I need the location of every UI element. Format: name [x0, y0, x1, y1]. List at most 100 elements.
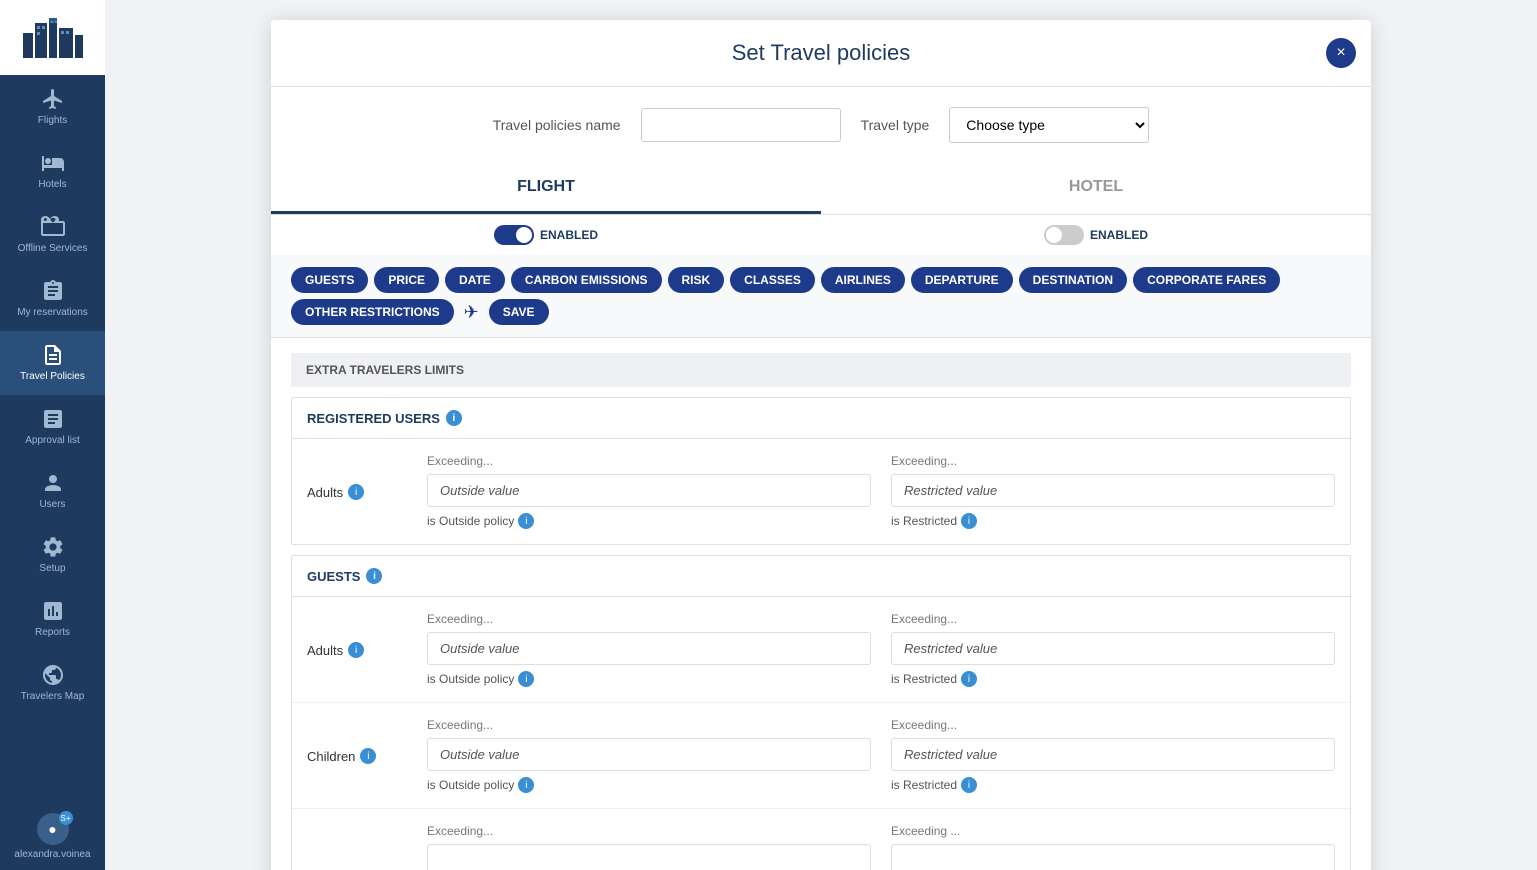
pill-date[interactable]: DATE [445, 267, 505, 293]
sidebar-item-setup-label: Setup [39, 563, 65, 575]
guests-title: GUESTS [307, 569, 360, 584]
globe-icon [41, 663, 65, 687]
hotel-toggle-track[interactable] [1044, 225, 1084, 245]
travel-policies-icon [41, 343, 65, 367]
travel-type-label: Travel type [861, 117, 930, 133]
hotel-toggle[interactable]: ENABLED [1044, 225, 1148, 245]
username: alexandra.voinea [14, 849, 90, 860]
adults-info-icon[interactable]: i [348, 484, 364, 500]
reg-adults-restricted-input[interactable] [891, 474, 1335, 507]
registered-users-title: REGISTERED USERS [307, 411, 440, 426]
tab-hotel[interactable]: HOTEL [821, 163, 1371, 214]
sidebar-item-my-reservations[interactable]: My reservations [0, 267, 105, 331]
pill-destination[interactable]: DESTINATION [1019, 267, 1127, 293]
sidebar-item-hotels[interactable]: Hotels [0, 139, 105, 203]
close-button[interactable]: × [1326, 38, 1356, 68]
hotel-toggle-container: ENABLED [821, 225, 1371, 245]
modal-title: Set Travel policies [301, 40, 1341, 66]
guests-header: GUESTS i [292, 556, 1350, 597]
hotel-icon [41, 151, 65, 175]
outside-policy-info[interactable]: i [518, 513, 534, 529]
guests-adults-restricted-sub: is Restricted i [891, 671, 1335, 687]
guests-children-outside-sub: is Outside policy i [427, 777, 871, 793]
modal-header: Set Travel policies × [271, 20, 1371, 87]
guests-adults-ex1-label: Exceeding... [427, 612, 871, 626]
pill-corporate-fares[interactable]: CORPORATE FARES [1133, 267, 1280, 293]
sidebar-item-users-label: Users [39, 499, 65, 511]
reg-adults-outside-input[interactable] [427, 474, 871, 507]
pill-departure[interactable]: DEPARTURE [911, 267, 1013, 293]
guests-section: GUESTS i Adults i Exceeding... [291, 555, 1351, 870]
sidebar: Flights Hotels Offline Services My reser… [0, 0, 105, 870]
guests-adults-col2: Exceeding... is Restricted i [891, 612, 1335, 687]
guests-adults-restricted-input[interactable] [891, 632, 1335, 665]
sidebar-item-setup[interactable]: Setup [0, 523, 105, 587]
guests-adults-row: Adults i Exceeding... is Outside policy … [292, 597, 1350, 703]
policy-name-input[interactable] [641, 108, 841, 142]
sidebar-bottom: ● S+ alexandra.voinea [0, 803, 105, 870]
sidebar-item-users[interactable]: Users [0, 459, 105, 523]
sidebar-item-offline-services[interactable]: Offline Services [0, 203, 105, 267]
guests-adults-info[interactable]: i [348, 642, 364, 658]
guests-outside-info[interactable]: i [518, 671, 534, 687]
sidebar-item-travelers-map[interactable]: Travelers Map [0, 651, 105, 715]
flight-toggle[interactable]: ENABLED [494, 225, 598, 245]
clipboard-icon [41, 279, 65, 303]
checklist-icon [41, 407, 65, 431]
policy-name-label: Travel policies name [493, 117, 621, 133]
section-header: EXTRA TRAVELERS LIMITS [291, 353, 1351, 387]
modal-overlay: Set Travel policies × Travel policies na… [105, 0, 1537, 870]
reg-adults-outside-sub: is Outside policy i [427, 513, 871, 529]
pill-guests[interactable]: GUESTS [291, 267, 368, 293]
reg-adults-exceeding2-label: Exceeding... [891, 454, 1335, 468]
sidebar-item-flights[interactable]: Flights [0, 75, 105, 139]
registered-adults-fields: Exceeding... is Outside policy i Exceedi… [427, 454, 1335, 529]
user-profile[interactable]: ● S+ alexandra.voinea [0, 803, 105, 870]
pill-airlines[interactable]: AIRLINES [821, 267, 905, 293]
main-content: Set Travel policies × Travel policies na… [105, 0, 1537, 870]
guests-adults-outside-sub: is Outside policy i [427, 671, 871, 687]
guests-children-ex2-label: Exceeding... [891, 718, 1335, 732]
guests-children-info[interactable]: i [360, 748, 376, 764]
modal: Set Travel policies × Travel policies na… [271, 20, 1371, 870]
pill-classes[interactable]: CLASSES [730, 267, 815, 293]
sidebar-item-reports[interactable]: Reports [0, 587, 105, 651]
guests-next-input1[interactable] [427, 844, 871, 870]
restricted-info[interactable]: i [961, 513, 977, 529]
main-tabs: FLIGHT HOTEL [271, 163, 1371, 215]
arrow-icon: ✈ [464, 302, 479, 323]
sidebar-item-offline-label: Offline Services [18, 243, 88, 255]
registered-users-info-icon[interactable]: i [446, 410, 462, 426]
guests-next-col1: Exceeding... [427, 824, 871, 870]
guests-restricted-info[interactable]: i [961, 671, 977, 687]
gear-icon [41, 535, 65, 559]
children-outside-info[interactable]: i [518, 777, 534, 793]
children-restricted-info[interactable]: i [961, 777, 977, 793]
reg-adults-exceeding1-label: Exceeding... [427, 454, 871, 468]
sidebar-item-approval-label: Approval list [25, 435, 79, 447]
guests-info-icon[interactable]: i [366, 568, 382, 584]
pill-other-restrictions[interactable]: OTHER RESTRICTIONS [291, 299, 454, 325]
pill-carbon[interactable]: CARBON EMISSIONS [511, 267, 662, 293]
guests-next-input2[interactable] [891, 844, 1335, 870]
tab-flight[interactable]: FLIGHT [271, 163, 821, 214]
sidebar-item-flights-label: Flights [38, 115, 67, 127]
guests-children-outside-input[interactable] [427, 738, 871, 771]
registered-users-header: REGISTERED USERS i [292, 398, 1350, 439]
guests-next-row: Exceeding... Exceeding ... [292, 809, 1350, 870]
pill-save[interactable]: SAVE [489, 299, 549, 325]
registered-users-section: REGISTERED USERS i Adults i Exceeding... [291, 397, 1351, 545]
sidebar-item-approval-list[interactable]: Approval list [0, 395, 105, 459]
sidebar-item-travel-policies[interactable]: Travel Policies [0, 331, 105, 395]
registered-adults-label: Adults i [307, 454, 407, 500]
guests-children-ex1-label: Exceeding... [427, 718, 871, 732]
pill-risk[interactable]: RISK [668, 267, 725, 293]
flight-toggle-track[interactable] [494, 225, 534, 245]
guests-children-restricted-input[interactable] [891, 738, 1335, 771]
reg-adults-restricted-sub: is Restricted i [891, 513, 1335, 529]
guests-adults-ex2-label: Exceeding... [891, 612, 1335, 626]
pill-price[interactable]: PRICE [374, 267, 439, 293]
sidebar-item-hotels-label: Hotels [38, 179, 66, 191]
guests-adults-outside-input[interactable] [427, 632, 871, 665]
travel-type-select[interactable]: Choose type Business Personal VIP [949, 107, 1149, 143]
